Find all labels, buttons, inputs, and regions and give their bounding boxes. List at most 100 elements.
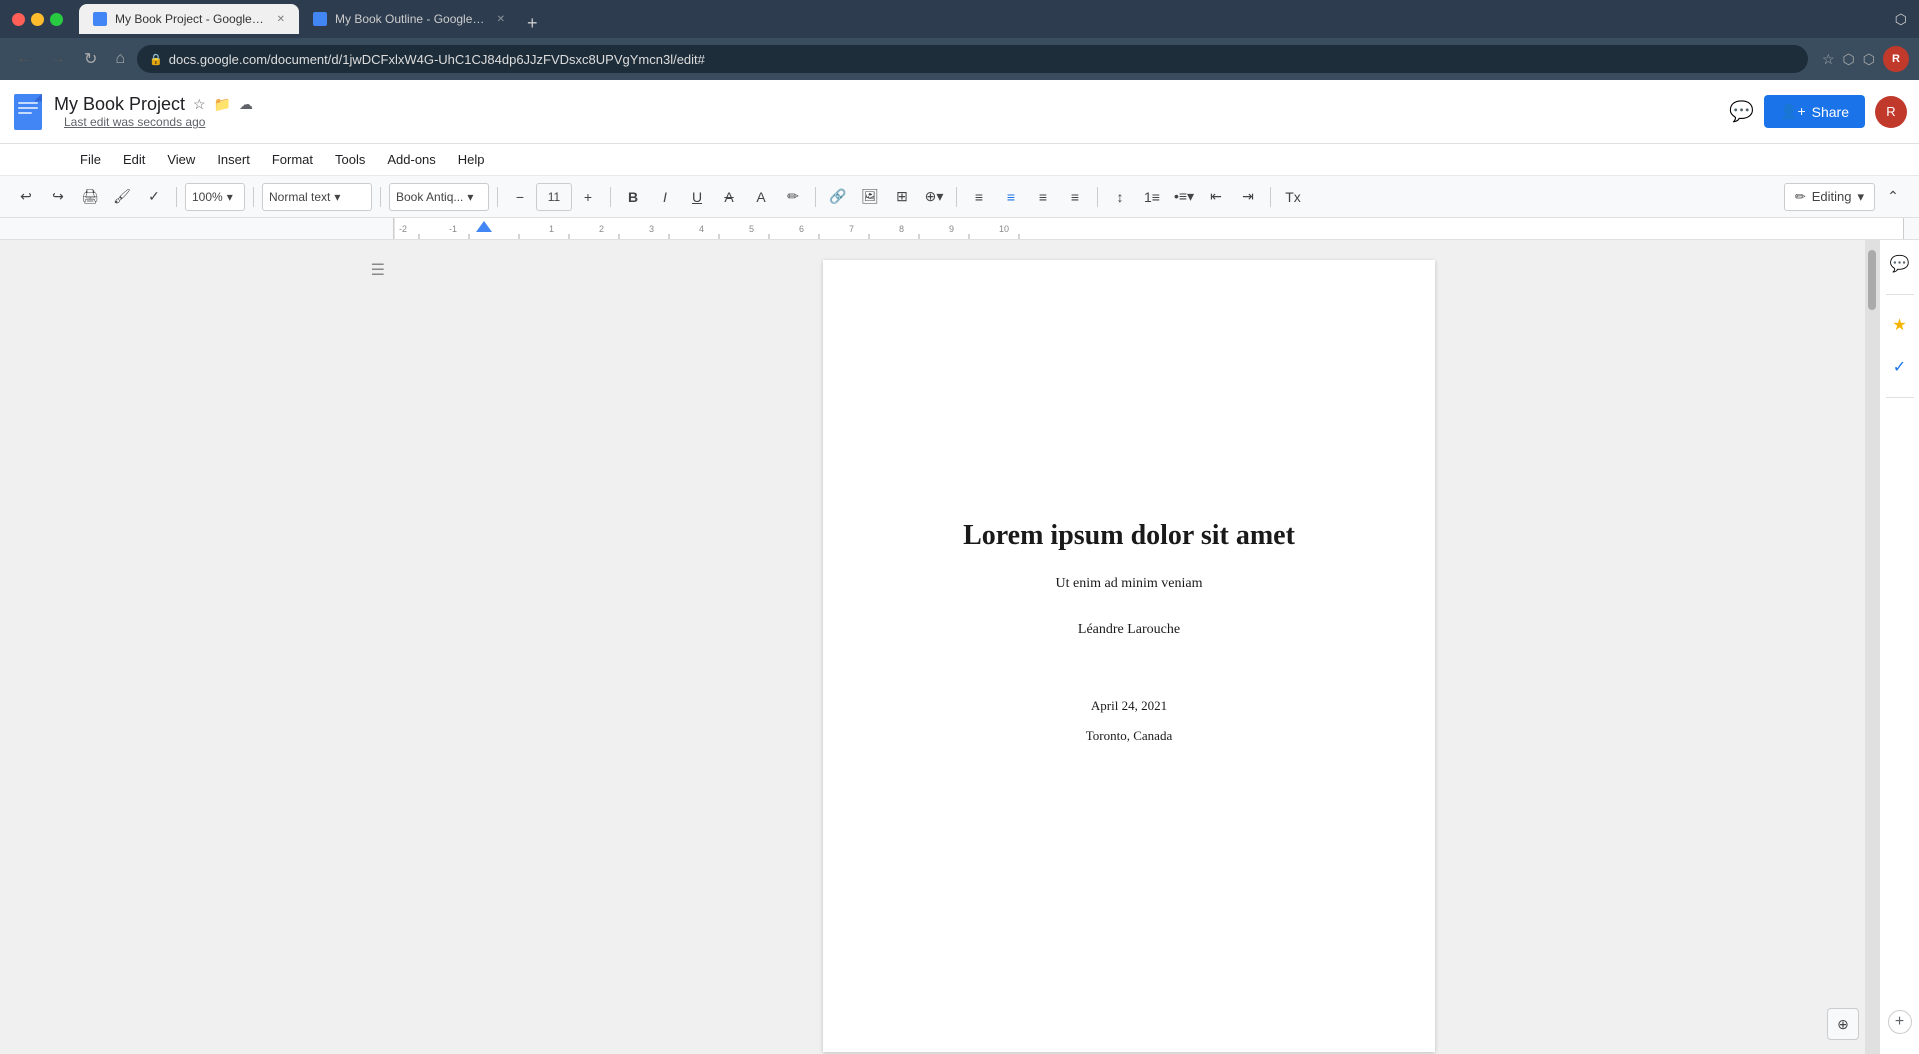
- lock-icon: 🔒: [149, 53, 163, 66]
- link-button[interactable]: 🔗: [824, 183, 852, 211]
- svg-text:2: 2: [599, 224, 604, 234]
- menu-help[interactable]: Help: [448, 148, 495, 171]
- paint-format-button[interactable]: 🖌: [108, 183, 136, 211]
- scrollbar-track[interactable]: [1865, 240, 1879, 1054]
- editing-mode-label: Editing: [1812, 189, 1852, 204]
- scroll-to-bottom-button[interactable]: ⊕: [1827, 1008, 1859, 1040]
- align-center-button[interactable]: ≡: [997, 183, 1025, 211]
- menu-file[interactable]: File: [70, 148, 111, 171]
- share-button[interactable]: 👤+ Share: [1764, 95, 1865, 128]
- image-button[interactable]: 🖼: [856, 183, 884, 211]
- extension-icon[interactable]: ⬡: [1843, 51, 1855, 68]
- strikethrough-button[interactable]: A: [715, 183, 743, 211]
- document-area[interactable]: Lorem ipsum dolor sit amet Ut enim ad mi…: [393, 240, 1865, 1054]
- font-color-button[interactable]: A: [747, 183, 775, 211]
- tab1-title: My Book Project - Google Doc...: [115, 12, 265, 26]
- print-button[interactable]: 🖨: [76, 183, 104, 211]
- share-label: Share: [1812, 104, 1849, 120]
- bulleted-list-button[interactable]: •≡▾: [1170, 183, 1198, 211]
- tab2-close-icon[interactable]: ✕: [497, 14, 505, 25]
- numbered-list-button[interactable]: 1≡: [1138, 183, 1166, 211]
- document-outline-icon[interactable]: ☰: [371, 260, 385, 280]
- refresh-button[interactable]: ↻: [78, 45, 103, 73]
- maximize-window-btn[interactable]: [50, 13, 63, 26]
- right-sidebar: 💬 ★ ✓ +: [1879, 240, 1919, 1054]
- back-button[interactable]: ←: [10, 46, 38, 72]
- sidebar-add-button[interactable]: +: [1888, 1010, 1912, 1034]
- table-button[interactable]: ⊞: [888, 183, 916, 211]
- font-color-icon: A: [756, 189, 765, 205]
- forward-button[interactable]: →: [44, 46, 72, 72]
- doc-title[interactable]: My Book Project: [54, 94, 185, 115]
- page-title: Lorem ipsum dolor sit amet: [963, 520, 1295, 552]
- spelling-button[interactable]: ✓: [140, 183, 168, 211]
- page-author: Léandre Larouche: [1078, 622, 1180, 638]
- comment-icon[interactable]: 💬: [1729, 99, 1754, 124]
- scrollbar-thumb[interactable]: [1868, 250, 1876, 310]
- svg-text:-2: -2: [399, 224, 407, 234]
- menu-addons[interactable]: Add-ons: [377, 148, 445, 171]
- sidebar-divider-2: [1886, 397, 1914, 398]
- svg-text:1: 1: [549, 224, 554, 234]
- decrease-indent-button[interactable]: ⇤: [1202, 183, 1230, 211]
- menu-edit[interactable]: Edit: [113, 148, 155, 171]
- address-bar[interactable]: 🔒 docs.google.com/document/d/1jwDCFxlxW4…: [137, 45, 1808, 73]
- toolbar-divider-2: [253, 187, 254, 207]
- align-left-button[interactable]: ≡: [965, 183, 993, 211]
- svg-text:6: 6: [799, 224, 804, 234]
- style-select[interactable]: Normal text ▾: [262, 183, 372, 211]
- bold-button[interactable]: B: [619, 183, 647, 211]
- browser-minimize-icon[interactable]: ⬡: [1895, 11, 1907, 28]
- line-spacing-button[interactable]: ↕: [1106, 183, 1134, 211]
- menu-format[interactable]: Format: [262, 148, 323, 171]
- document-page[interactable]: Lorem ipsum dolor sit amet Ut enim ad mi…: [823, 260, 1435, 1052]
- docs-logo: [12, 92, 44, 132]
- home-button[interactable]: ⌂: [109, 46, 131, 72]
- minimize-window-btn[interactable]: [31, 13, 44, 26]
- menu-insert[interactable]: Insert: [207, 148, 260, 171]
- redo-button[interactable]: ↪: [44, 183, 72, 211]
- align-justify-button[interactable]: ≡: [1061, 183, 1089, 211]
- sidebar-keep-icon[interactable]: ★: [1886, 311, 1914, 339]
- sidebar-tasks-icon[interactable]: ✓: [1886, 353, 1914, 381]
- clear-formatting-button[interactable]: Tx: [1279, 183, 1307, 211]
- font-size-display[interactable]: 11: [536, 183, 572, 211]
- user-avatar[interactable]: R: [1875, 96, 1907, 128]
- browser-frame: My Book Project - Google Doc... ✕ My Boo…: [0, 0, 1919, 1054]
- font-size-control: − 11 +: [506, 183, 602, 211]
- new-tab-button[interactable]: +: [519, 13, 546, 34]
- close-window-btn[interactable]: [12, 13, 25, 26]
- folder-icon[interactable]: 📁: [214, 96, 231, 113]
- tab1-close-icon[interactable]: ✕: [277, 14, 285, 25]
- page-location: Toronto, Canada: [1086, 728, 1172, 744]
- insert-more-button[interactable]: ⊕▾: [920, 183, 948, 211]
- sidebar-chat-icon[interactable]: 💬: [1886, 250, 1914, 278]
- toolbar-divider-5: [610, 187, 611, 207]
- menu-view[interactable]: View: [157, 148, 205, 171]
- undo-button[interactable]: ↩: [12, 183, 40, 211]
- underline-button[interactable]: U: [683, 183, 711, 211]
- font-size-decrease-button[interactable]: −: [506, 183, 534, 211]
- svg-text:9: 9: [949, 224, 954, 234]
- font-select[interactable]: Book Antiq... ▾: [389, 183, 489, 211]
- collapse-toolbar-button[interactable]: ⌃: [1879, 183, 1907, 211]
- browser-tab-1[interactable]: My Book Project - Google Doc... ✕: [79, 4, 299, 34]
- traffic-lights: [12, 13, 63, 26]
- bookmark-icon[interactable]: ☆: [1822, 51, 1835, 68]
- cloud-icon[interactable]: ☁: [239, 96, 253, 113]
- browser-tab-2[interactable]: My Book Outline - Google Doc... ✕: [299, 4, 519, 34]
- highlight-button[interactable]: ✏: [779, 183, 807, 211]
- font-size-increase-button[interactable]: +: [574, 183, 602, 211]
- star-icon[interactable]: ☆: [193, 96, 206, 113]
- sidebar-divider: [1886, 294, 1914, 295]
- user-avatar-browser[interactable]: R: [1883, 46, 1909, 72]
- zoom-select[interactable]: 100% ▾: [185, 183, 245, 211]
- menu-tools[interactable]: Tools: [325, 148, 375, 171]
- increase-indent-button[interactable]: ⇥: [1234, 183, 1262, 211]
- svg-text:4: 4: [699, 224, 704, 234]
- italic-button[interactable]: I: [651, 183, 679, 211]
- svg-text:5: 5: [749, 224, 754, 234]
- editing-mode-button[interactable]: ✏ Editing ▾: [1784, 183, 1875, 211]
- profile-icon[interactable]: ⬡: [1863, 51, 1875, 68]
- align-right-button[interactable]: ≡: [1029, 183, 1057, 211]
